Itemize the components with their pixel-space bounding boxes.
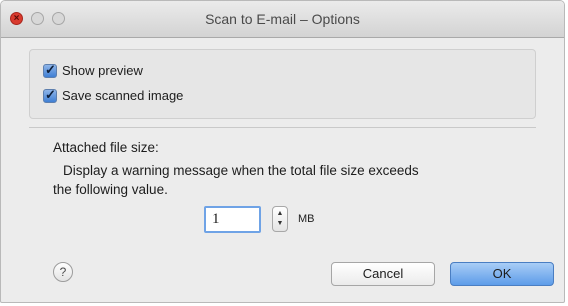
save-scanned-image-option[interactable]: ✓ Save scanned image [43,86,183,103]
file-size-stepper[interactable]: ▲ ▼ [272,206,288,232]
show-preview-option[interactable]: ✓ Show preview [43,61,143,78]
ok-button[interactable]: OK [450,262,554,286]
stepper-up-icon[interactable]: ▲ [273,210,287,217]
cancel-button[interactable]: Cancel [331,262,435,286]
file-size-input[interactable]: 1 [204,206,261,233]
checkmark-icon: ✓ [45,61,56,77]
scan-options-group [29,49,536,119]
show-preview-checkbox[interactable]: ✓ [43,61,57,78]
file-size-unit: MB [298,213,315,225]
window-title: Scan to E-mail – Options [205,11,360,27]
help-button[interactable]: ? [53,262,73,282]
save-scanned-image-checkbox[interactable]: ✓ [43,86,57,103]
section-divider [29,127,536,128]
file-size-heading: Attached file size: [53,140,159,155]
save-scanned-image-label[interactable]: Save scanned image [62,88,183,103]
show-preview-label[interactable]: Show preview [62,63,143,78]
file-size-description-line2: the following value. [53,182,168,197]
stepper-down-icon[interactable]: ▼ [273,220,287,227]
title-bar: × Scan to E-mail – Options [1,1,564,38]
file-size-description-line1: Display a warning message when the total… [63,163,419,178]
options-dialog: × Scan to E-mail – Options ✓ Show previe… [0,0,565,303]
checkmark-icon: ✓ [45,86,56,102]
